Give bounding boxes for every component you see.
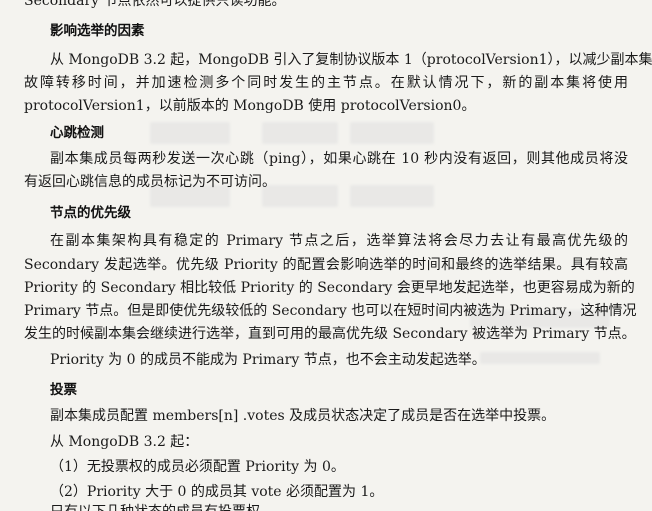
paragraph-line: 副本集成员每两秒发送一次心跳（ping），如果心跳在 10 秒内没有返回，则其他… bbox=[50, 151, 628, 167]
paragraph-line: 有返回心跳信息的成员标记为不可访问。 bbox=[24, 174, 276, 190]
paragraph-line: protocolVersion1，以前版本的 MongoDB 使用 protoc… bbox=[24, 98, 476, 114]
document-page: Secondary 节点依然可以提供只读功能。 影响选举的因素 从 MongoD… bbox=[0, 0, 652, 511]
section-heading-priority: 节点的优先级 bbox=[50, 205, 131, 221]
paragraph-line: 故障转移时间，并加速检测多个同时发生的主节点。在默认情况下，新的副本集将使用 bbox=[24, 75, 628, 91]
paragraph-line: Primary 节点。但是即使优先级较低的 Secondary 也可以在短时间内… bbox=[24, 303, 637, 319]
paragraph-line: Priority 为 0 的成员不能成为 Primary 节点，也不会主动发起选… bbox=[50, 352, 486, 368]
bleed-through-shape bbox=[150, 122, 230, 144]
list-item: （2）Priority 大于 0 的成员其 vote 必须配置为 1。 bbox=[50, 484, 384, 500]
paragraph-line: Priority 的 Secondary 相比较低 Priority 的 Sec… bbox=[24, 280, 635, 296]
section-heading-election-factors: 影响选举的因素 bbox=[50, 23, 145, 39]
paragraph-line: Secondary 发起选举。优先级 Priority 的配置会影响选举的时间和… bbox=[24, 257, 628, 273]
list-item: （1）无投票权的成员必须配置 Priority 为 0。 bbox=[50, 459, 345, 475]
paragraph-line: 从 MongoDB 3.2 起，MongoDB 引入了复制协议版本 1（prot… bbox=[50, 52, 652, 68]
paragraph-line: 在副本集架构具有稳定的 Primary 节点之后，选举算法将会尽力去让有最高优先… bbox=[50, 233, 628, 249]
paragraph-line: 发生的时候副本集会继续进行选举，直到可用的最高优先级 Secondary 被选举… bbox=[24, 326, 636, 342]
paragraph-line: 从 MongoDB 3.2 起： bbox=[50, 434, 199, 450]
bleed-through-shape bbox=[262, 122, 338, 144]
paragraph-line: 副本集成员配置 members[n] .votes 及成员状态决定了成员是否在选… bbox=[50, 408, 556, 424]
bottom-partial-line: 只有以下几种状态的成员有投票权 bbox=[50, 503, 260, 511]
section-heading-voting: 投票 bbox=[50, 382, 77, 398]
section-heading-heartbeat: 心跳检测 bbox=[50, 125, 104, 141]
bleed-through-shape bbox=[350, 122, 434, 144]
top-partial-line: Secondary 节点依然可以提供只读功能。 bbox=[24, 0, 286, 9]
